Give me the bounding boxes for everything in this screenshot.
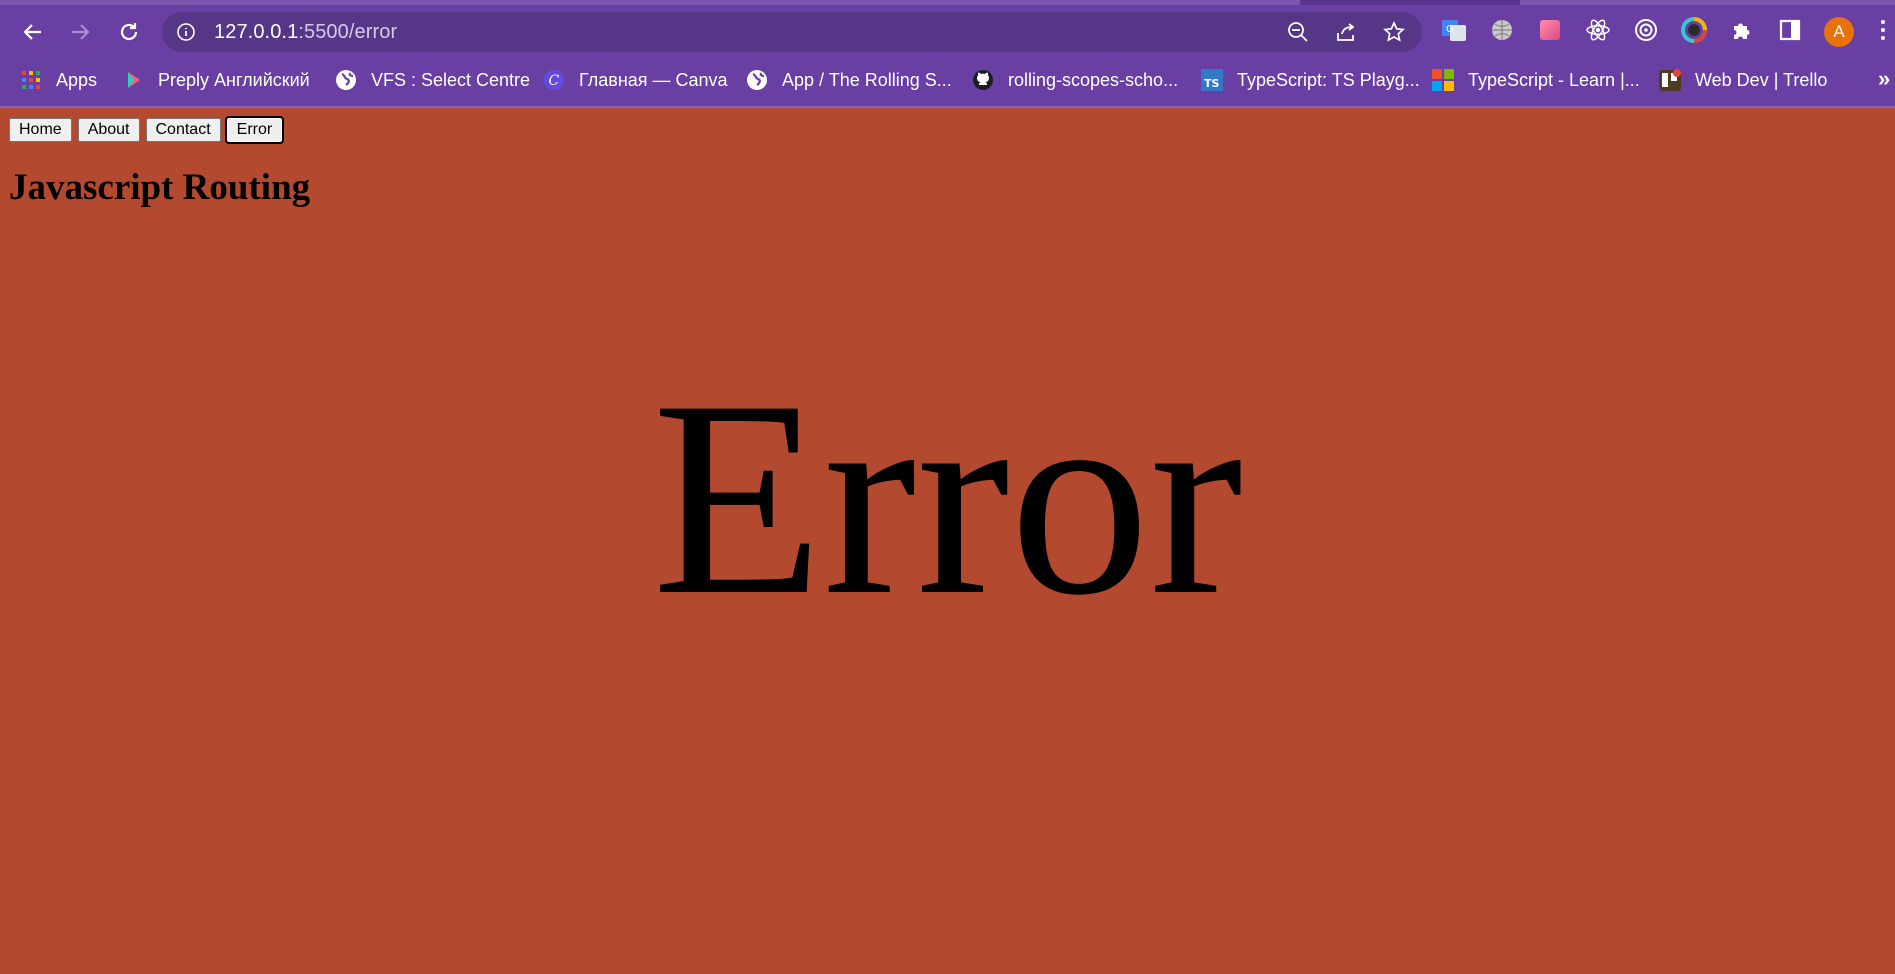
address-bar[interactable]: 127.0.0.1:5500/error	[162, 12, 1422, 52]
browser-chrome: 127.0.0.1:5500/error G A Apps Preply Анг…	[0, 0, 1895, 107]
home-button[interactable]: Home	[9, 118, 72, 142]
bookmark-star-icon[interactable]	[1382, 20, 1406, 44]
reload-icon	[120, 23, 138, 41]
route-nav: Home About Contact Error	[9, 116, 285, 144]
trello-icon	[1659, 69, 1681, 91]
preply-icon	[122, 69, 144, 91]
bookmark-preply[interactable]: Preply Английский	[122, 66, 310, 94]
bookmark-label: TypeScript: TS Playg...	[1237, 69, 1420, 90]
react-devtools-icon[interactable]	[1584, 16, 1612, 44]
site-info-icon[interactable]	[176, 22, 196, 42]
reload-button[interactable]	[111, 14, 147, 50]
color-palette-icon[interactable]	[1536, 16, 1564, 44]
globe-icon	[335, 69, 357, 91]
forward-arrow-icon	[72, 24, 90, 40]
extensions-puzzle-icon[interactable]	[1728, 16, 1756, 44]
bookmark-rolling-app[interactable]: App / The Rolling S...	[746, 66, 952, 94]
back-arrow-icon	[23, 24, 41, 40]
bookmark-label: Главная — Canva	[579, 69, 728, 90]
side-panel-icon[interactable]	[1776, 16, 1804, 44]
bookmark-label: TypeScript - Learn |...	[1468, 69, 1640, 90]
bookmark-label: Preply Английский	[158, 69, 310, 90]
browser-menu-icon[interactable]	[1880, 20, 1888, 44]
bookmark-label: Web Dev | Trello	[1695, 69, 1828, 90]
bookmark-rolling-scopes[interactable]: rolling-scopes-scho...	[972, 66, 1178, 94]
inactive-tab-edge[interactable]	[1520, 0, 1895, 5]
profile-avatar[interactable]: A	[1824, 17, 1854, 47]
forward-button[interactable]	[62, 14, 98, 50]
microsoft-icon	[1432, 69, 1454, 91]
page-title: Javascript Routing	[9, 167, 311, 208]
bookmark-ts-learn[interactable]: TypeScript - Learn |...	[1432, 66, 1640, 94]
bookmark-ts-playground[interactable]: TS TypeScript: TS Playg...	[1201, 66, 1420, 94]
svg-text:G: G	[1446, 24, 1454, 35]
bookmarks-overflow-icon[interactable]: »	[1878, 66, 1890, 92]
typescript-icon: TS	[1201, 69, 1223, 91]
svg-text:TS: TS	[1204, 77, 1220, 90]
google-translate-icon[interactable]: G	[1440, 16, 1468, 44]
error-content: Error	[652, 342, 1243, 653]
canva-icon: C	[543, 69, 565, 91]
globe-extension-icon[interactable]	[1488, 16, 1516, 44]
github-icon	[972, 69, 994, 91]
share-icon[interactable]	[1334, 20, 1358, 44]
bookmark-label: Apps	[56, 69, 98, 90]
url-text[interactable]: 127.0.0.1:5500/error	[214, 21, 397, 44]
svg-text:C: C	[549, 73, 560, 89]
bookmarks-bar: Apps Preply Английский VFS : Select Cent…	[0, 62, 1895, 98]
page-content: Home About Contact Error Javascript Rout…	[0, 108, 1895, 974]
bookmark-apps[interactable]: Apps	[20, 66, 97, 94]
about-button[interactable]: About	[77, 118, 140, 142]
bookmark-canva[interactable]: C Главная — Canva	[543, 66, 728, 94]
bookmark-label: VFS : Select Centre	[371, 69, 531, 90]
globe-icon	[746, 69, 768, 91]
url-path: :5500/error	[298, 21, 398, 43]
contact-button[interactable]: Contact	[145, 118, 221, 142]
back-button[interactable]	[15, 14, 51, 50]
bookmark-vfs[interactable]: VFS : Select Centre	[335, 66, 530, 94]
error-button[interactable]: Error	[224, 116, 285, 144]
target-extension-icon[interactable]	[1632, 16, 1660, 44]
color-picker-icon[interactable]	[1680, 16, 1708, 44]
bookmark-trello[interactable]: Web Dev | Trello	[1659, 66, 1827, 94]
url-host: 127.0.0.1	[214, 21, 299, 43]
active-tab-edge[interactable]	[0, 0, 1300, 5]
bookmark-label: App / The Rolling S...	[782, 69, 952, 90]
zoom-out-icon[interactable]	[1286, 20, 1310, 44]
tab-strip	[0, 0, 1895, 5]
bookmark-label: rolling-scopes-scho...	[1008, 69, 1179, 90]
apps-grid-icon	[20, 69, 42, 91]
